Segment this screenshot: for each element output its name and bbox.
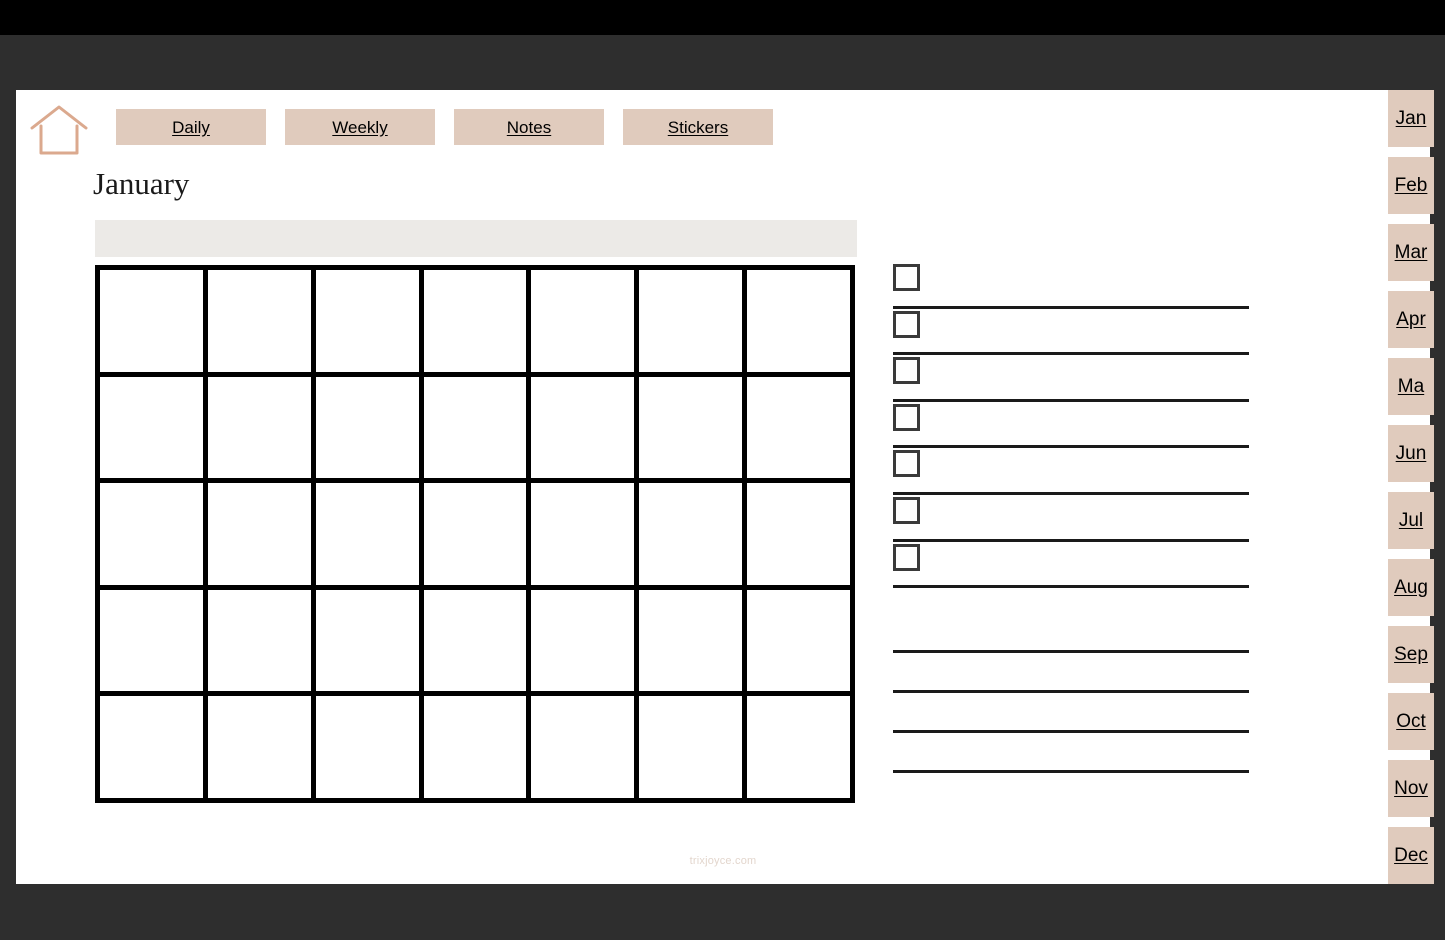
month-tab-label: Jun xyxy=(1395,443,1427,464)
calendar-day-cell[interactable] xyxy=(100,270,208,377)
nav-tab-weekly[interactable]: Weekly xyxy=(285,109,435,145)
calendar-day-cell[interactable] xyxy=(315,589,424,697)
month-tab-jan[interactable]: Jan xyxy=(1388,90,1434,147)
month-tab-label: Aug xyxy=(1394,577,1428,598)
calendar-day-cell[interactable] xyxy=(315,376,424,484)
note-write-line[interactable] xyxy=(893,690,1249,693)
home-icon[interactable] xyxy=(28,102,90,158)
checklist-item xyxy=(893,542,1249,589)
month-tab-label: Sep xyxy=(1394,644,1428,665)
checklist-item xyxy=(893,355,1249,402)
month-tab-oct[interactable]: Oct xyxy=(1388,693,1434,750)
calendar-day-cell[interactable] xyxy=(531,376,640,484)
month-tab-aug[interactable]: Aug xyxy=(1388,559,1434,616)
primary-nav: Daily Weekly Notes Stickers xyxy=(116,109,773,145)
footer-watermark: trixjoyce.com xyxy=(689,855,757,867)
checklist-item xyxy=(893,448,1249,495)
month-tab-label: Nov xyxy=(1394,778,1428,799)
calendar-day-cell[interactable] xyxy=(423,589,532,697)
checkbox[interactable] xyxy=(893,357,920,385)
month-tab-dec[interactable]: Dec xyxy=(1388,827,1434,884)
month-tab-feb[interactable]: Feb xyxy=(1388,157,1434,214)
calendar-day-cell[interactable] xyxy=(423,483,532,590)
month-tab-sep[interactable]: Sep xyxy=(1388,626,1434,683)
month-rail: Jan Feb Mar Apr Ma Jun Jul Aug Sep Oct N xyxy=(1388,90,1445,884)
calendar-day-cell[interactable] xyxy=(315,270,424,377)
month-tab-apr[interactable]: Apr xyxy=(1388,291,1434,348)
calendar-day-cell[interactable] xyxy=(100,696,208,803)
nav-tab-stickers[interactable]: Stickers xyxy=(623,109,773,145)
month-tab-label: Apr xyxy=(1396,309,1426,330)
month-tab-label: Oct xyxy=(1396,711,1426,732)
calendar-day-cell[interactable] xyxy=(423,696,532,803)
checkbox[interactable] xyxy=(893,543,920,571)
checkbox[interactable] xyxy=(893,310,920,338)
calendar-grid xyxy=(95,265,855,803)
checklist-item xyxy=(893,495,1249,542)
calendar-day-cell[interactable] xyxy=(100,589,208,697)
calendar-weekday-header xyxy=(95,220,857,257)
calendar-day-cell[interactable] xyxy=(207,696,316,803)
month-tab-label: Jan xyxy=(1395,108,1427,129)
calendar-day-cell[interactable] xyxy=(531,483,640,590)
notes-lines xyxy=(893,650,1249,810)
page-title: January xyxy=(93,166,190,201)
calendar-day-cell[interactable] xyxy=(747,589,855,697)
calendar-day-cell[interactable] xyxy=(639,483,748,590)
note-write-line[interactable] xyxy=(893,730,1249,733)
checkbox[interactable] xyxy=(893,264,920,291)
calendar-day-cell[interactable] xyxy=(207,376,316,484)
nav-tab-label: Notes xyxy=(506,117,552,137)
nav-tab-label: Weekly xyxy=(332,117,388,137)
calendar-day-cell[interactable] xyxy=(207,270,316,377)
calendar-day-cell[interactable] xyxy=(207,589,316,697)
nav-tab-daily[interactable]: Daily xyxy=(116,109,266,145)
calendar-day-cell[interactable] xyxy=(315,483,424,590)
month-tab-nov[interactable]: Nov xyxy=(1388,760,1434,817)
calendar-day-cell[interactable] xyxy=(747,376,855,484)
nav-tab-notes[interactable]: Notes xyxy=(454,109,604,145)
checklist-item xyxy=(893,402,1249,449)
calendar-day-cell[interactable] xyxy=(315,696,424,803)
calendar-day-cell[interactable] xyxy=(207,483,316,590)
calendar-day-cell[interactable] xyxy=(639,270,748,377)
checkbox[interactable] xyxy=(893,403,920,431)
calendar-day-cell[interactable] xyxy=(639,696,748,803)
note-write-line[interactable] xyxy=(893,770,1249,773)
calendar-day-cell[interactable] xyxy=(747,270,855,377)
calendar-day-cell[interactable] xyxy=(100,376,208,484)
calendar-day-cell[interactable] xyxy=(423,376,532,484)
checklist-item xyxy=(893,262,1249,309)
month-tab-jul[interactable]: Jul xyxy=(1388,492,1434,549)
calendar-day-cell[interactable] xyxy=(423,270,532,377)
month-tab-label: Dec xyxy=(1394,845,1428,866)
nav-tab-label: Daily xyxy=(172,117,210,137)
month-tab-mar[interactable]: Mar xyxy=(1388,224,1434,281)
month-tab-jun[interactable]: Jun xyxy=(1388,425,1434,482)
calendar-day-cell[interactable] xyxy=(531,696,640,803)
calendar-day-cell[interactable] xyxy=(639,589,748,697)
nav-tab-label: Stickers xyxy=(667,117,729,137)
calendar-day-cell[interactable] xyxy=(100,483,208,590)
calendar-day-cell[interactable] xyxy=(639,376,748,484)
checklist xyxy=(893,262,1249,589)
checkbox[interactable] xyxy=(893,450,920,478)
month-tab-may[interactable]: Ma xyxy=(1388,358,1434,415)
planner-page: Daily Weekly Notes Stickers January trix… xyxy=(16,90,1430,884)
month-tab-label: Ma xyxy=(1397,376,1425,397)
checklist-write-line[interactable] xyxy=(893,585,1249,589)
calendar-day-cell[interactable] xyxy=(747,483,855,590)
device-top-bar xyxy=(0,0,1445,35)
checklist-item xyxy=(893,309,1249,356)
month-tab-label: Jul xyxy=(1398,510,1424,531)
checkbox[interactable] xyxy=(893,496,920,524)
month-tab-label: Mar xyxy=(1394,242,1428,263)
calendar-day-cell[interactable] xyxy=(747,696,855,803)
note-write-line[interactable] xyxy=(893,650,1249,653)
calendar-day-cell[interactable] xyxy=(531,589,640,697)
screen: Daily Weekly Notes Stickers January trix… xyxy=(0,0,1445,940)
month-tab-label: Feb xyxy=(1394,175,1428,196)
calendar-day-cell[interactable] xyxy=(531,270,640,377)
